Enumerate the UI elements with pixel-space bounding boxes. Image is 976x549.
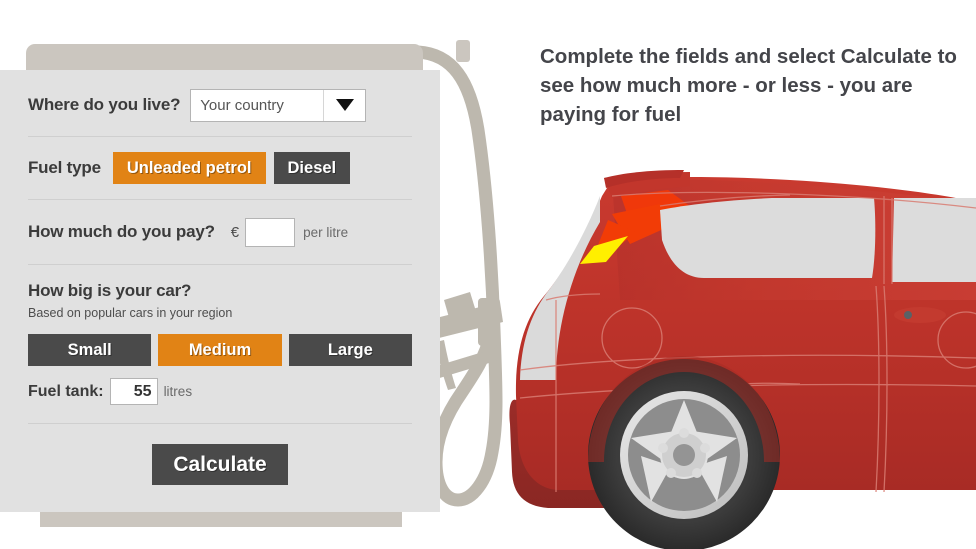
fuel-tank-unit-label: litres <box>163 384 193 399</box>
fuel-tank-input[interactable] <box>109 378 158 405</box>
rear-bumper <box>509 399 611 508</box>
price-input[interactable] <box>245 217 296 247</box>
tyre <box>588 359 780 549</box>
lug-nuts <box>658 428 710 478</box>
country-field-row: Where do you live? Your country <box>28 70 412 136</box>
fuel-price-calculator-screen: Where do you live? Your country Fuel typ… <box>0 0 976 549</box>
fuel-tank-label: Fuel tank: <box>28 382 104 400</box>
divider <box>28 423 412 424</box>
fuel-type-option-unleaded-petrol[interactable]: Unleaded petrol <box>112 152 266 184</box>
car-body <box>515 177 976 490</box>
rear-pillar-shadow <box>520 196 600 380</box>
fuel-type-row: Fuel type Unleaded petrol Diesel <box>28 137 412 199</box>
chevron-down-icon[interactable] <box>323 89 365 121</box>
country-label: Where do you live? <box>28 95 181 114</box>
country-select-value: Your country <box>200 96 284 114</box>
car-illustration <box>509 170 976 549</box>
car-size-option-medium[interactable]: Medium <box>158 334 282 366</box>
car-size-option-large[interactable]: Large <box>288 334 412 366</box>
submit-row: Calculate <box>28 444 412 485</box>
door-handle <box>894 307 946 323</box>
car-size-options: Small Medium Large <box>28 334 412 366</box>
car-size-label: How big is your car? <box>28 281 192 300</box>
fuel-type-option-diesel[interactable]: Diesel <box>273 152 351 184</box>
price-field-row: How much do you pay? € per litre <box>28 200 412 264</box>
fuel-tank-row: Fuel tank: litres <box>28 378 412 405</box>
roof-spoiler <box>604 172 690 198</box>
price-label: How much do you pay? <box>28 222 215 241</box>
car-size-option-small[interactable]: Small <box>28 334 152 366</box>
rear-window-glass <box>660 198 876 278</box>
fuel-type-label: Fuel type <box>28 158 101 177</box>
car-size-sublabel: Based on popular cars in your region <box>28 306 233 320</box>
car-size-section: How big is your car? Based on popular ca… <box>28 265 412 405</box>
taillight-red <box>621 190 698 240</box>
country-select[interactable]: Your country <box>190 88 367 122</box>
rear-wheel <box>588 359 780 549</box>
alloy-rim <box>620 391 748 519</box>
currency-symbol: € <box>230 223 240 241</box>
pump-housing-base <box>40 512 402 527</box>
wheel-spokes <box>631 400 737 502</box>
body-panel-lines <box>519 191 976 493</box>
calculate-button[interactable]: Calculate <box>152 444 288 485</box>
taillight-yellow <box>580 236 628 264</box>
calculator-form-panel: Where do you live? Your country Fuel typ… <box>0 70 440 512</box>
price-unit-label: per litre <box>303 224 349 240</box>
wheel-arch <box>588 356 780 462</box>
door-window-glass <box>892 198 976 282</box>
instruction-headline: Complete the fields and select Calculate… <box>540 45 957 126</box>
